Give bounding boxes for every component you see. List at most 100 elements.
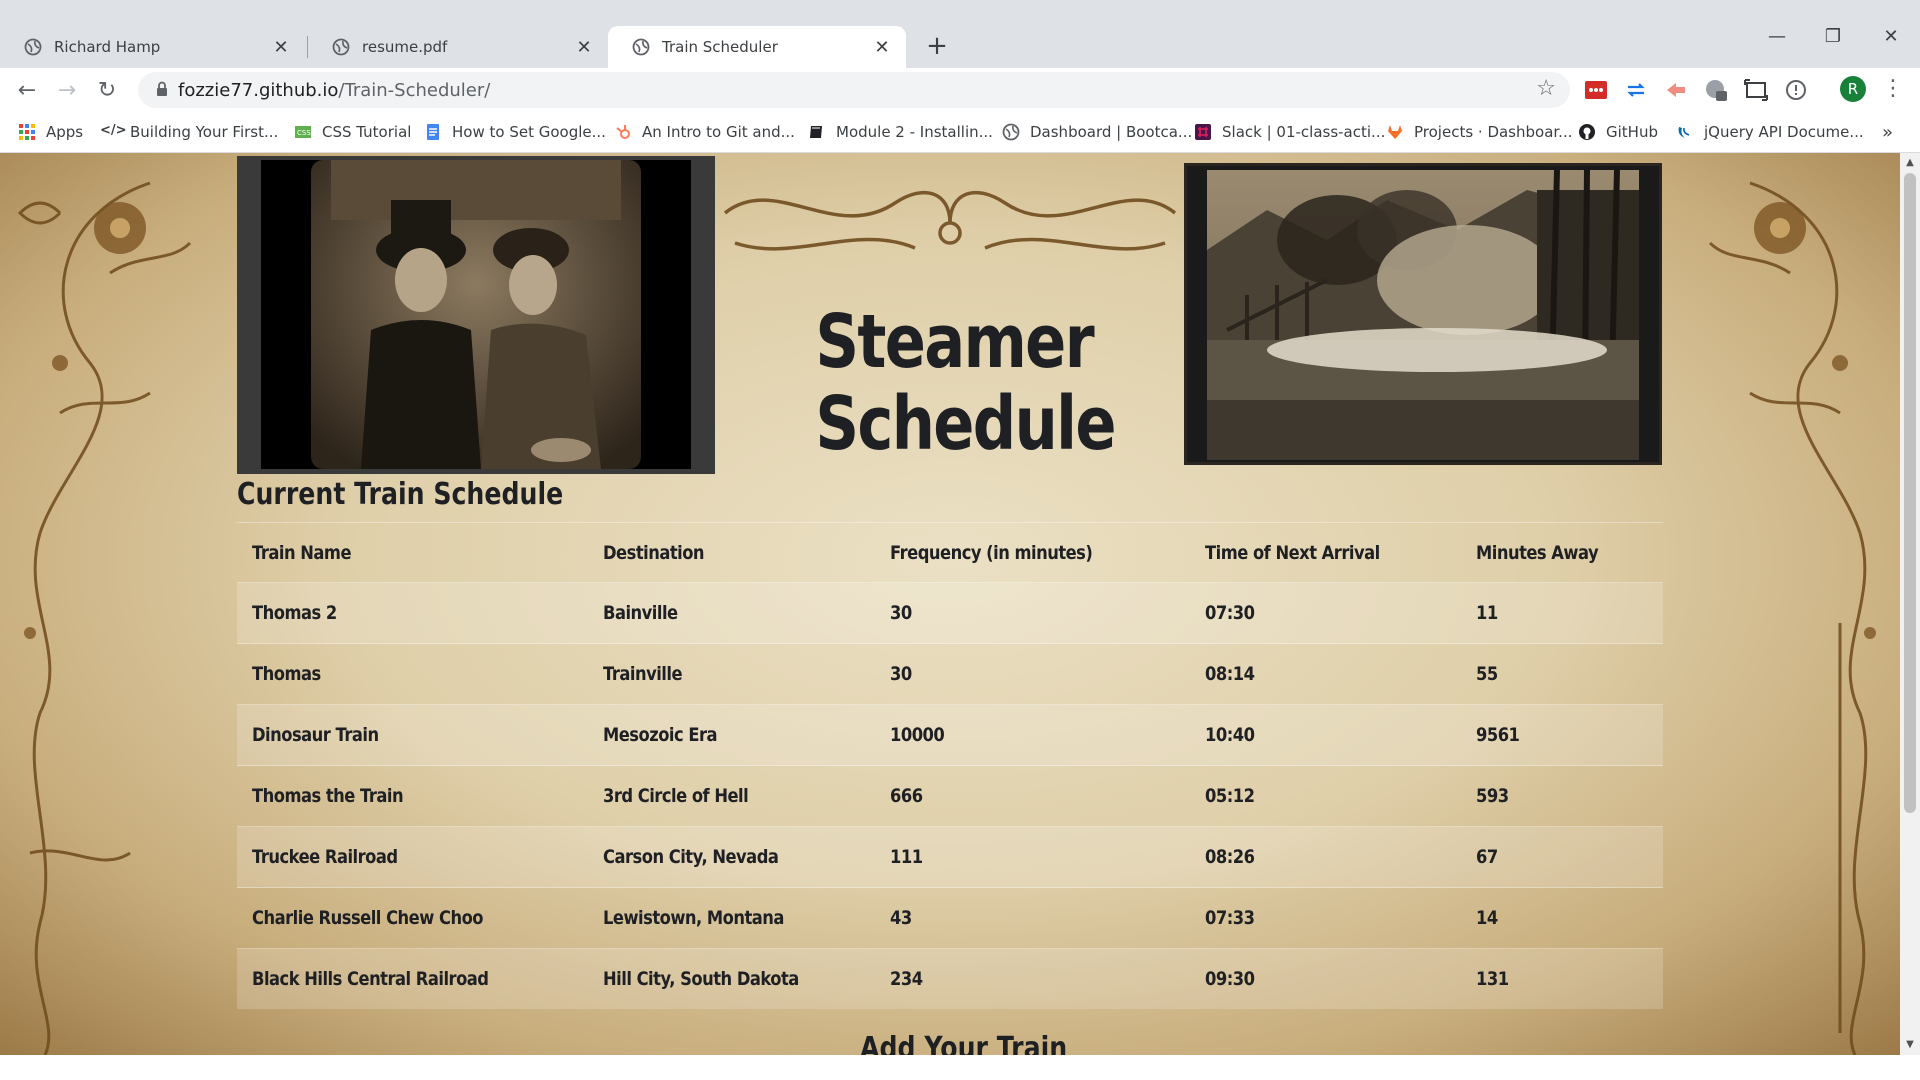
svg-text:CSS: CSS	[297, 129, 311, 137]
page-title: Steamer Schedule	[815, 299, 1116, 467]
cell-frequency: 43	[875, 887, 1190, 949]
bookmark-item[interactable]: jQuery API Docume...	[1676, 120, 1864, 144]
cell-next-arrival: 10:40	[1190, 704, 1461, 766]
screenshot-extension-icon[interactable]	[1744, 78, 1768, 102]
github-icon	[1579, 124, 1595, 140]
bookmark-label: Projects · Dashboar...	[1414, 123, 1573, 141]
browser-toolbar: ← → ↻ fozzie77.github.io/Train-Scheduler…	[0, 68, 1920, 112]
table-row: Thomas Trainville 30 08:14 55	[237, 643, 1663, 705]
lock-icon	[157, 81, 167, 96]
code-icon: </>	[100, 123, 127, 138]
cell-frequency: 666	[875, 765, 1190, 827]
shield-extension-icon[interactable]	[1704, 78, 1728, 102]
tab-title: Richard Hamp	[54, 38, 161, 56]
window-close-icon[interactable]: ✕	[1866, 22, 1916, 52]
cell-next-arrival: 07:33	[1190, 887, 1461, 949]
column-header-minutes-away: Minutes Away	[1461, 522, 1663, 583]
slack-icon	[1195, 124, 1211, 140]
cell-train-name: Charlie Russell Chew Choo	[237, 887, 588, 949]
cell-destination: Mesozoic Era	[588, 704, 875, 766]
bookmark-item[interactable]: Projects · Dashboar...	[1386, 120, 1573, 144]
column-header-next-arrival: Time of Next Arrival	[1190, 522, 1461, 583]
scroll-down-arrow-icon[interactable]: ▼	[1905, 1039, 1915, 1050]
close-icon[interactable]: ✕	[872, 37, 892, 58]
cell-destination: Trainville	[588, 643, 875, 705]
sync-extension-icon[interactable]	[1624, 78, 1648, 102]
bookmark-label: An Intro to Git and...	[642, 123, 795, 141]
bookmark-item[interactable]: CSS CSS Tutorial	[294, 120, 411, 144]
cell-train-name: Thomas the Train	[237, 765, 588, 827]
cell-frequency: 111	[875, 826, 1190, 888]
info-extension-icon[interactable]	[1784, 78, 1808, 102]
profile-avatar[interactable]: R	[1840, 76, 1866, 102]
cell-frequency: 30	[875, 582, 1190, 644]
close-icon[interactable]: ✕	[271, 37, 291, 58]
jquery-icon	[1678, 127, 1690, 138]
browser-tab-active[interactable]: Train Scheduler ✕	[608, 26, 906, 68]
browser-tab[interactable]: resume.pdf ✕	[308, 26, 608, 68]
cell-train-name: Thomas 2	[237, 582, 588, 644]
cell-train-name: Dinosaur Train	[237, 704, 588, 766]
cell-next-arrival: 08:26	[1190, 826, 1461, 888]
bookmark-item[interactable]: </> Building Your First...	[100, 120, 278, 144]
apps-grid-icon	[19, 124, 35, 140]
close-icon[interactable]: ✕	[574, 37, 594, 58]
globe-icon	[632, 38, 650, 56]
url-text: fozzie77.github.io/Train-Scheduler/	[178, 80, 490, 101]
scrollbar-thumb[interactable]	[1904, 173, 1916, 813]
tab-title: Train Scheduler	[662, 38, 778, 56]
title-line-1: Steamer	[815, 299, 1094, 385]
menu-icon[interactable]: ⋮	[1882, 74, 1904, 104]
arrow-extension-icon[interactable]	[1664, 78, 1688, 102]
css-tutorial-icon: CSS	[295, 126, 311, 138]
back-icon[interactable]: ←	[12, 76, 42, 106]
schedule-heading: Current Train Schedule	[237, 477, 564, 512]
table-row: Thomas 2 Bainville 30 07:30 11	[237, 582, 1663, 644]
lastpass-extension-icon[interactable]	[1584, 78, 1608, 102]
minimize-icon[interactable]: —	[1752, 22, 1802, 52]
add-train-heading: Add Your Train	[860, 1031, 1068, 1055]
bookmark-item[interactable]: GitHub	[1578, 120, 1658, 144]
cell-next-arrival: 09:30	[1190, 948, 1461, 1009]
url-host: fozzie77.github.io	[178, 80, 339, 101]
bookmark-label: CSS Tutorial	[322, 123, 412, 141]
right-flourish-ornament	[1708, 181, 1876, 1055]
bookmark-star-icon[interactable]: ☆	[1536, 76, 1556, 101]
table-row: Dinosaur Train Mesozoic Era 10000 10:40 …	[237, 704, 1663, 766]
bookmarks-overflow-button[interactable]: »	[1882, 120, 1893, 144]
title-line-2: Schedule	[815, 381, 1116, 467]
page-scrollbar[interactable]: ▲ ▼	[1900, 153, 1920, 1055]
cell-train-name: Thomas	[237, 643, 588, 705]
bookmark-item[interactable]: How to Set Google...	[424, 120, 606, 144]
cell-minutes-away: 9561	[1461, 704, 1663, 766]
train-schedule-table: Train Name Destination Frequency (in min…	[237, 522, 1663, 1009]
center-top-flourish-ornament	[723, 191, 1177, 251]
bookmark-item[interactable]: Dashboard | Bootca...	[1002, 120, 1192, 144]
address-bar[interactable]: fozzie77.github.io/Train-Scheduler/ ☆	[138, 72, 1570, 108]
bookmark-apps[interactable]: Apps	[18, 120, 83, 144]
bridge-explosion-still-image	[1207, 170, 1639, 460]
new-tab-button[interactable]: +	[922, 30, 952, 62]
cell-next-arrival: 05:12	[1190, 765, 1461, 827]
book-icon	[810, 126, 822, 138]
hubspot-icon	[616, 125, 630, 139]
url-path: /Train-Scheduler/	[338, 80, 491, 101]
cell-destination: Carson City, Nevada	[588, 826, 875, 888]
cell-next-arrival: 07:30	[1190, 582, 1461, 644]
column-header-destination: Destination	[588, 522, 875, 583]
table-header-row: Train Name Destination Frequency (in min…	[237, 522, 1663, 583]
bookmark-item[interactable]: Module 2 - Installin...	[808, 120, 993, 144]
browser-tab[interactable]: Richard Hamp ✕	[0, 26, 305, 68]
column-header-frequency: Frequency (in minutes)	[875, 522, 1190, 583]
bookmark-item[interactable]: An Intro to Git and...	[614, 120, 795, 144]
film-frame	[261, 160, 691, 469]
bookmark-label: Building Your First...	[130, 123, 279, 141]
cell-minutes-away: 67	[1461, 826, 1663, 888]
bookmark-item[interactable]: Slack | 01-class-acti...	[1194, 120, 1385, 144]
cell-train-name: Black Hills Central Railroad	[237, 948, 588, 1009]
reload-icon[interactable]: ↻	[92, 76, 122, 106]
scroll-up-arrow-icon[interactable]: ▲	[1905, 157, 1915, 168]
forward-icon[interactable]: →	[52, 76, 82, 106]
column-header-train-name: Train Name	[237, 522, 588, 583]
restore-icon[interactable]: ❐	[1808, 22, 1858, 52]
